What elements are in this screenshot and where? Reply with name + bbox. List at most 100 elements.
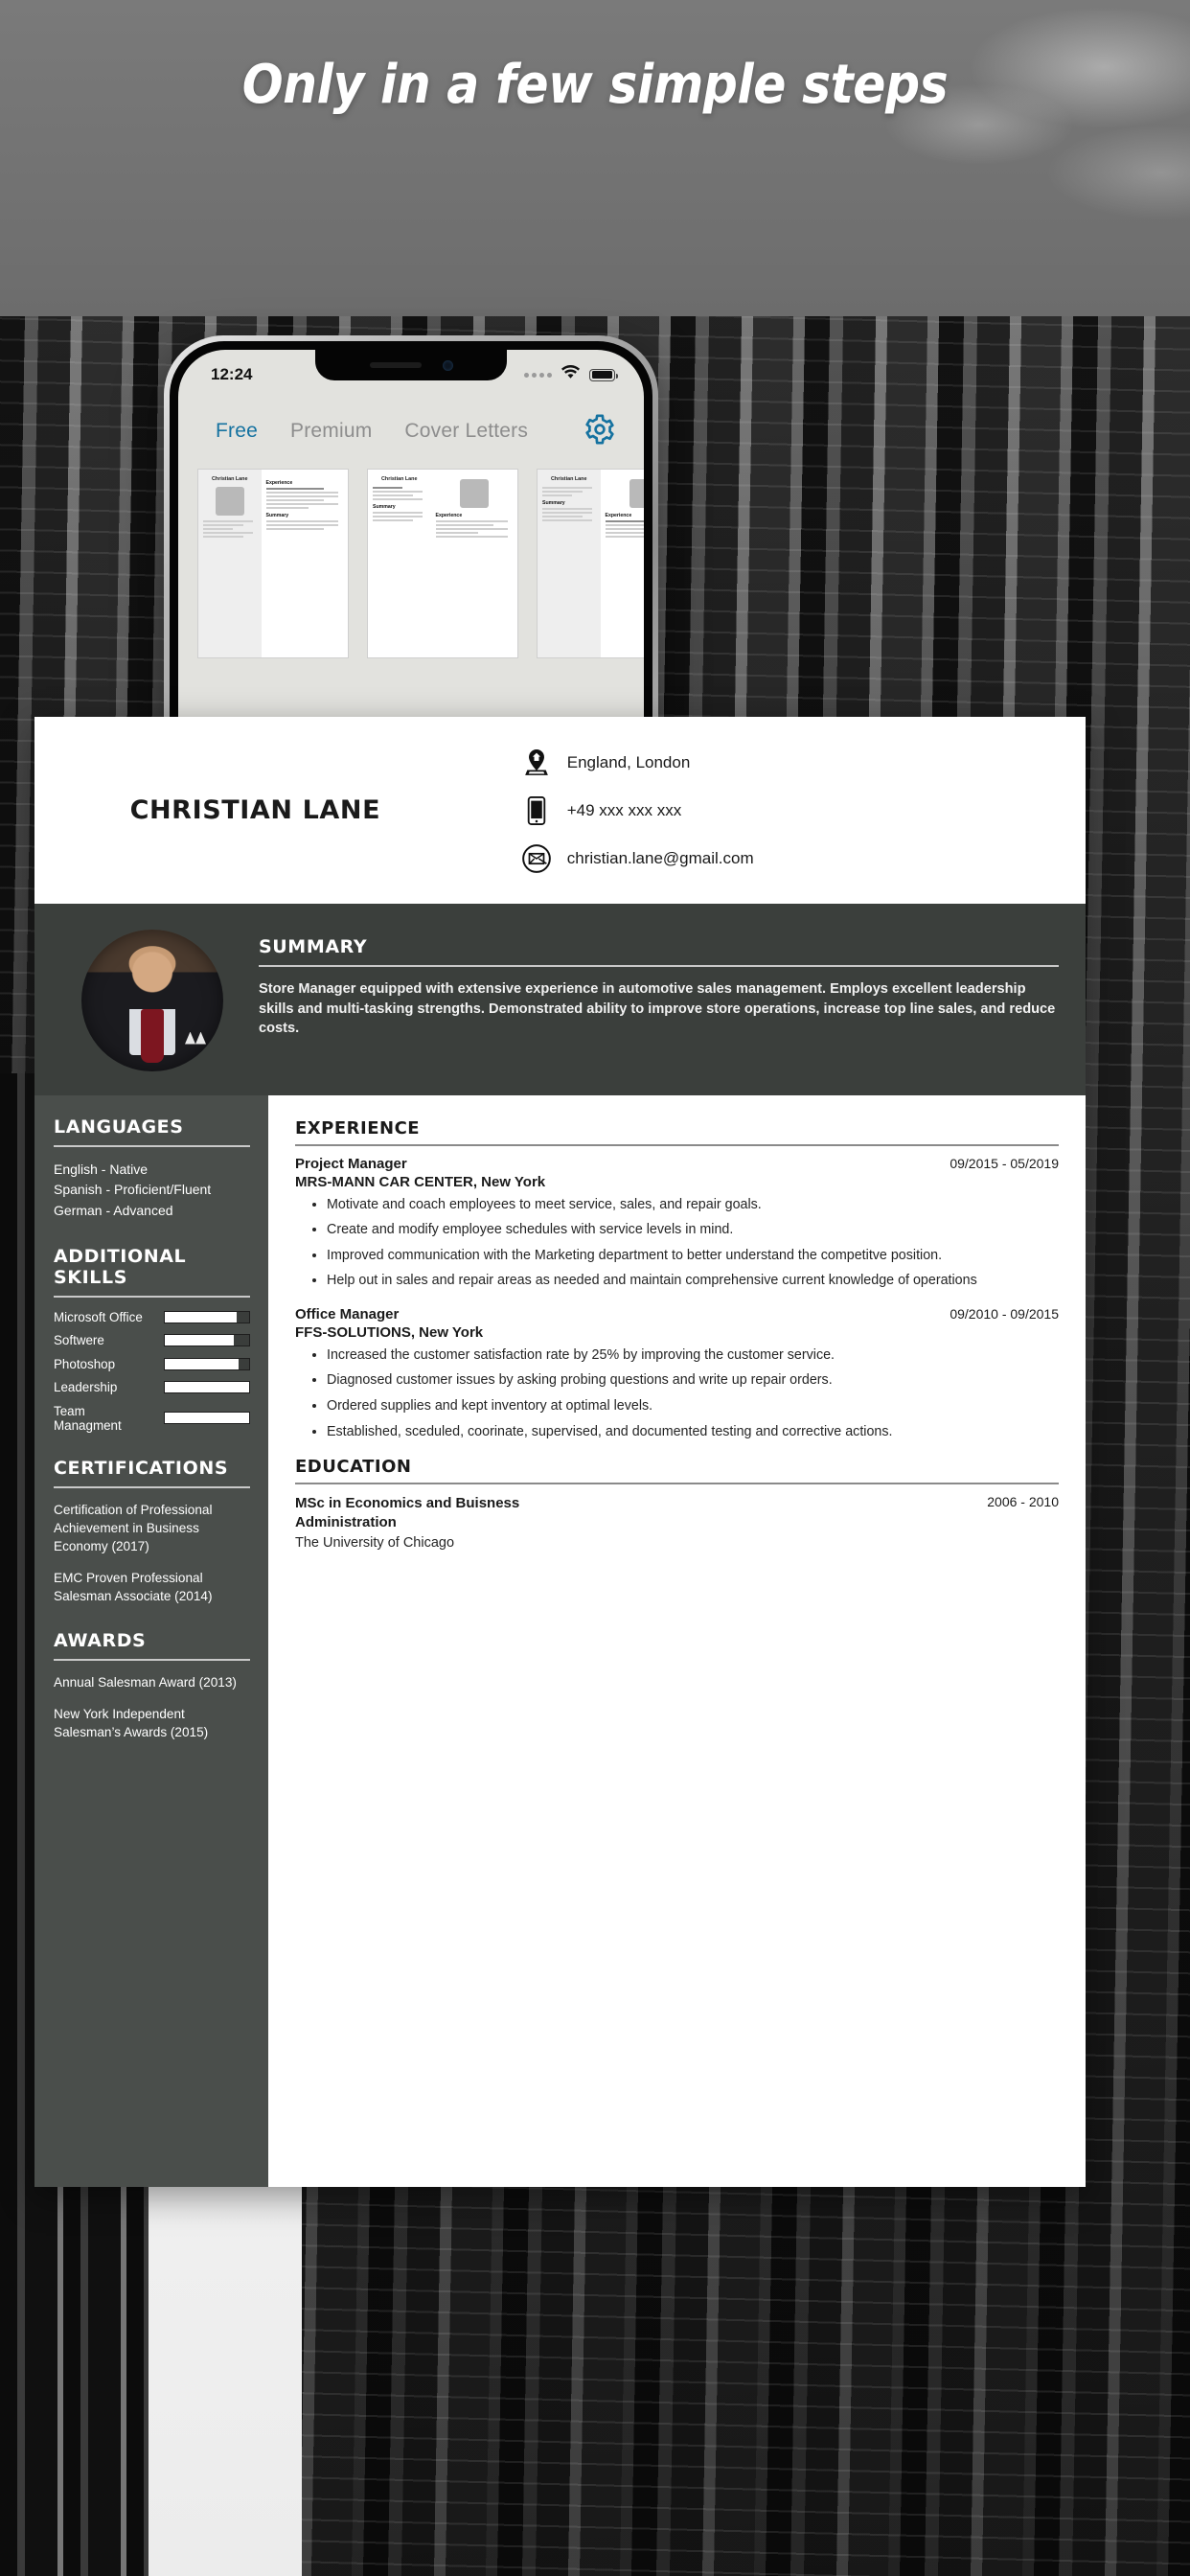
- education-school: The University of Chicago: [295, 1535, 455, 1551]
- job-bullet: Ordered supplies and kept inventory at o…: [327, 1396, 1059, 1416]
- resume-contact-list: England, London +49 xxx xxx xxx christia…: [476, 748, 1086, 873]
- skill-bar: [164, 1334, 250, 1347]
- resume-sidebar: LANGUAGES English - Native Spanish - Pro…: [34, 1095, 268, 2187]
- avatar: [67, 925, 238, 1076]
- skill-bar: [164, 1381, 250, 1394]
- award-item: New York Independent Salesman’s Awards (…: [54, 1706, 209, 1739]
- status-icons: [524, 364, 618, 384]
- contact-phone: +49 xxx xxx xxx: [522, 795, 1086, 825]
- language-item: German - Advanced: [54, 1202, 173, 1218]
- resume-name: CHRISTIAN LANE: [129, 795, 381, 825]
- certifications-title: CERTIFICATIONS: [54, 1457, 229, 1479]
- summary-body: SUMMARY Store Manager equipped with exte…: [238, 925, 1059, 1074]
- job-bullets: Motivate and coach employees to meet ser…: [327, 1195, 1059, 1291]
- tab-cover-letters[interactable]: Cover Letters: [388, 420, 544, 443]
- summary-text: Store Manager equipped with extensive ex…: [259, 981, 1056, 1037]
- skill-label: Photoshop: [54, 1356, 116, 1371]
- skill-row: Photoshop: [54, 1357, 250, 1371]
- job-bullet: Diagnosed customer issues by asking prob…: [327, 1370, 1059, 1391]
- contact-email: christian.lane@gmail.com: [521, 843, 1086, 873]
- resume-preview-card[interactable]: CHRISTIAN LANE England, London +49 xxx x…: [34, 717, 1086, 2187]
- job-bullet: Increased the customer satisfaction rate…: [327, 1346, 1059, 1366]
- experience-job: Office Manager 09/2010 - 09/2015 FFS-SOL…: [295, 1306, 1059, 1441]
- experience-title: EXPERIENCE: [295, 1118, 421, 1138]
- template-thumbnail[interactable]: Christian Lane Summary Experience: [367, 469, 518, 658]
- education-degree: MSc in Economics and Buisness Administra…: [295, 1494, 520, 1530]
- skill-bar: [164, 1357, 250, 1370]
- job-company: MRS-MANN CAR CENTER, New York: [295, 1173, 546, 1190]
- resume-header: CHRISTIAN LANE England, London +49 xxx x…: [34, 717, 1086, 904]
- certifications-section: CERTIFICATIONS Certification of Professi…: [54, 1458, 250, 1605]
- education-section: EDUCATION MSc in Economics and Buisness …: [295, 1457, 1059, 1551]
- education-date: 2006 - 2010: [987, 1493, 1059, 1509]
- earpiece-speaker: [369, 362, 422, 368]
- divider: [54, 1659, 250, 1662]
- skill-label: Microsoft Office: [54, 1309, 143, 1324]
- skill-row: Leadership: [54, 1380, 250, 1394]
- gear-icon: [584, 413, 616, 450]
- template-thumbnail[interactable]: Christian Lane Summary Experience: [537, 469, 644, 658]
- languages-section: LANGUAGES English - Native Spanish - Pro…: [54, 1116, 250, 1221]
- resume-main: EXPERIENCE Project Manager 09/2015 - 05/…: [268, 1095, 1086, 2187]
- template-thumbnail[interactable]: Christian Lane Experience Summary: [197, 469, 349, 658]
- language-item: English - Native: [54, 1162, 149, 1177]
- experience-section: EXPERIENCE Project Manager 09/2015 - 05/…: [295, 1118, 1059, 1441]
- divider: [295, 1483, 1059, 1484]
- tab-premium[interactable]: Premium: [274, 420, 388, 443]
- languages-title: LANGUAGES: [54, 1116, 184, 1138]
- skill-label: Leadership: [54, 1380, 118, 1395]
- front-camera-icon: [442, 359, 453, 371]
- thumbnail-photo: [215, 487, 244, 516]
- job-bullet: Help out in sales and repair areas as ne…: [327, 1271, 1059, 1291]
- thumbnail-photo: [629, 479, 644, 508]
- job-bullet: Create and modify employee schedules wit…: [327, 1220, 1059, 1240]
- battery-icon: [589, 368, 618, 381]
- job-bullet: Motivate and coach employees to meet ser…: [327, 1195, 1059, 1215]
- contact-phone-text: +49 xxx xxx xxx: [566, 800, 682, 819]
- skill-label: Team Managment: [54, 1403, 122, 1433]
- thumbnail-photo: [459, 479, 489, 508]
- thumbnail-name: Christian Lane: [381, 476, 418, 482]
- skills-section: ADDITIONAL SKILLS Microsoft Office Softw…: [54, 1246, 250, 1433]
- thumbnail-name: Christian Lane: [551, 476, 587, 482]
- language-item: Spanish - Proficient/Fluent: [54, 1182, 212, 1198]
- settings-button[interactable]: [581, 412, 619, 450]
- job-title: Project Manager: [295, 1155, 407, 1172]
- template-thumbnail-list[interactable]: Christian Lane Experience Summary Christi…: [178, 469, 644, 670]
- awards-section: AWARDS Annual Salesman Award (2013) New …: [54, 1630, 250, 1741]
- job-bullet: Established, sceduled, coorinate, superv…: [327, 1422, 1059, 1442]
- envelope-icon: [521, 843, 551, 873]
- divider: [54, 1295, 250, 1298]
- education-title: EDUCATION: [295, 1457, 412, 1478]
- divider: [54, 1145, 250, 1147]
- contact-email-text: christian.lane@gmail.com: [566, 848, 754, 867]
- certification-item: EMC Proven Professional Salesman Associa…: [54, 1570, 213, 1603]
- certification-item: Certification of Professional Achievemen…: [54, 1502, 213, 1554]
- tab-free[interactable]: Free: [199, 420, 274, 443]
- skill-row: Microsoft Office: [54, 1310, 250, 1324]
- job-title: Office Manager: [295, 1305, 400, 1322]
- page-headline: Only in a few simple steps: [241, 54, 949, 116]
- contact-location-text: England, London: [566, 752, 691, 771]
- skill-bar: [164, 1412, 250, 1425]
- awards-title: AWARDS: [54, 1630, 147, 1652]
- divider: [295, 1144, 1059, 1146]
- portrait-photo: [81, 930, 223, 1071]
- skill-bar: [164, 1310, 250, 1323]
- mobile-phone-icon: [522, 795, 551, 825]
- skills-title: ADDITIONAL SKILLS: [54, 1245, 187, 1288]
- signal-dots-icon: [524, 372, 552, 378]
- wifi-icon: [561, 364, 581, 384]
- job-date: 09/2015 - 05/2019: [950, 1155, 1059, 1171]
- skill-label: Softwere: [54, 1333, 104, 1348]
- tab-bar: Free Premium Cover Letters: [178, 400, 644, 463]
- contact-location: England, London: [522, 748, 1086, 777]
- experience-job: Project Manager 09/2015 - 05/2019 MRS-MA…: [295, 1156, 1059, 1291]
- location-pin-icon: [522, 748, 551, 777]
- job-date: 09/2010 - 09/2015: [950, 1305, 1059, 1322]
- award-item: Annual Salesman Award (2013): [54, 1675, 237, 1690]
- background-clouds: [788, 0, 1190, 288]
- job-bullets: Increased the customer satisfaction rate…: [327, 1346, 1059, 1441]
- job-bullet: Improved communication with the Marketin…: [327, 1246, 1059, 1266]
- skill-row: Softwere: [54, 1333, 250, 1347]
